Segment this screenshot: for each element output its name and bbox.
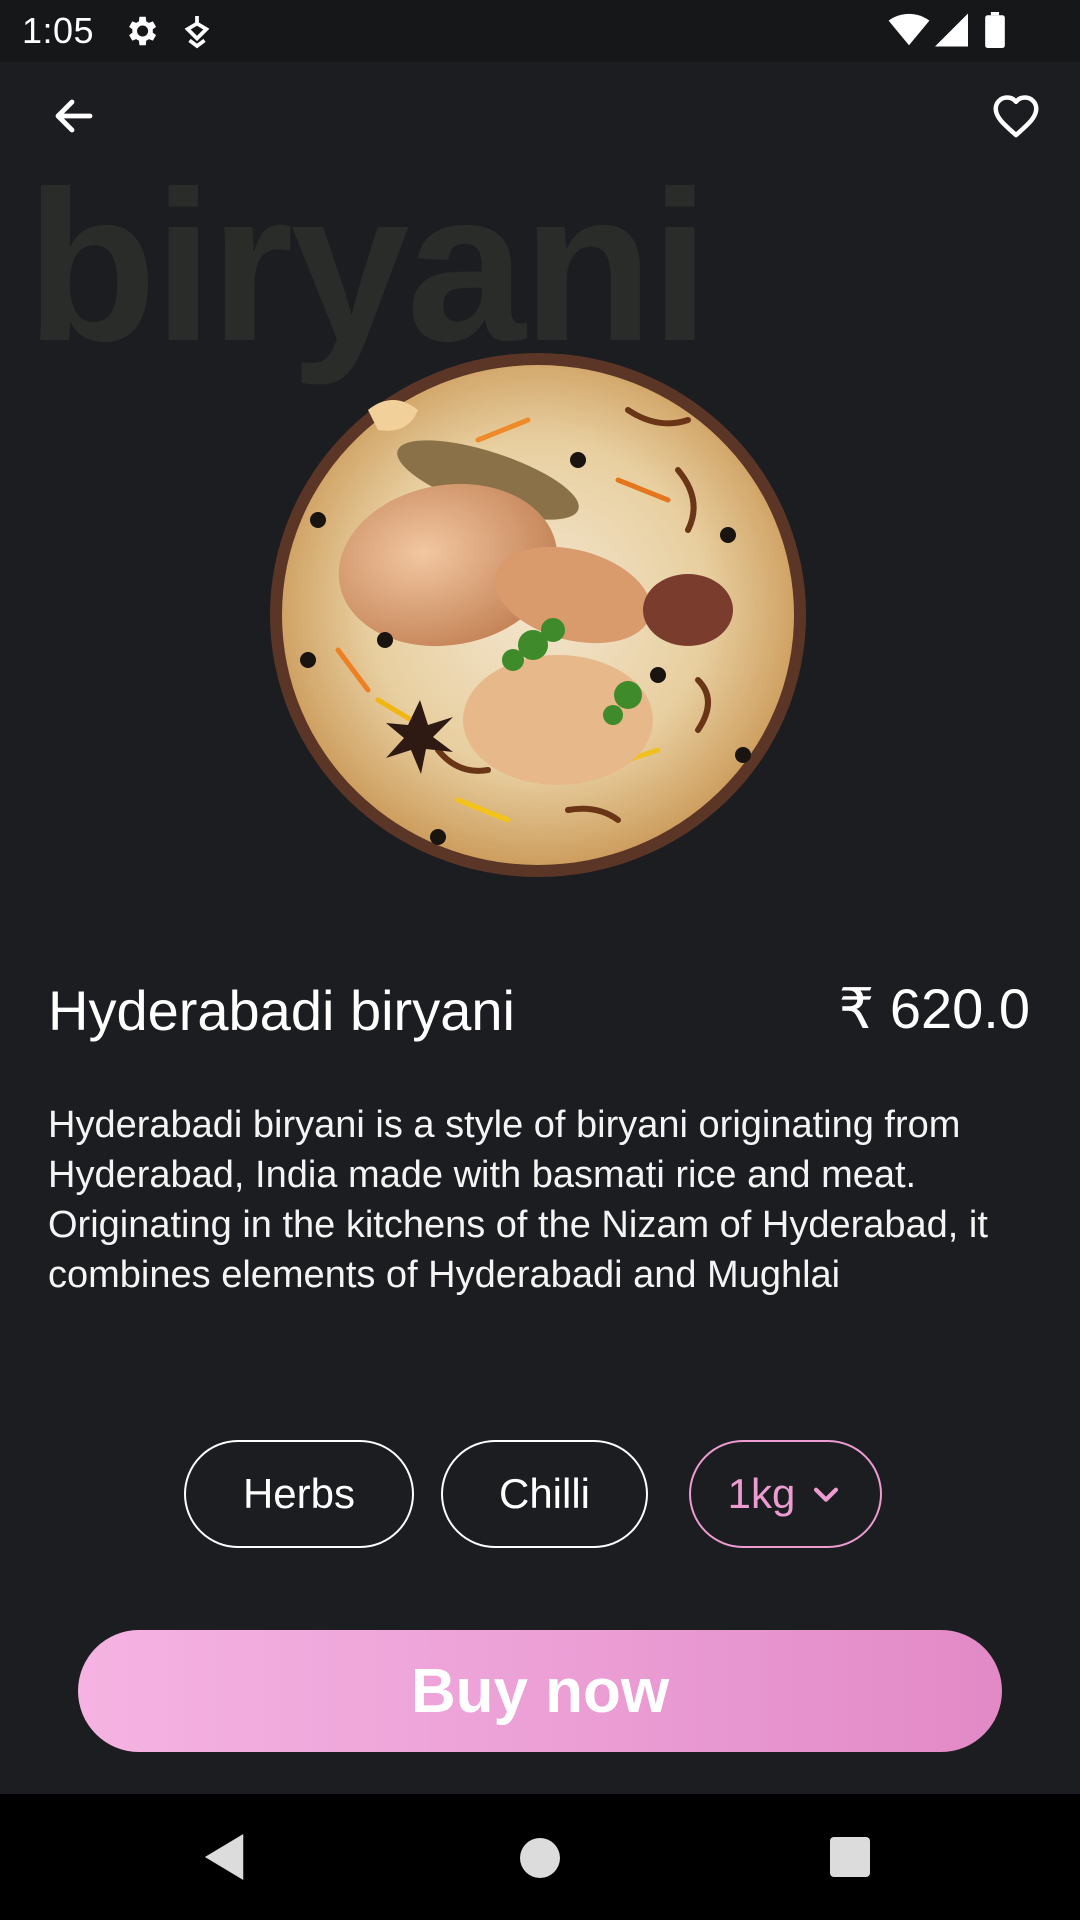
status-bar: 1:05 — [0, 0, 1080, 62]
gear-icon — [129, 16, 157, 46]
herbs-chip[interactable]: Herbs — [184, 1440, 414, 1548]
nav-back-icon[interactable] — [204, 1834, 248, 1880]
tag-icon — [184, 16, 210, 49]
product-title: Hyderabadi biryani — [48, 979, 515, 1042]
wifi-icon — [888, 13, 930, 46]
arrow-left-icon — [55, 99, 93, 133]
chilli-chip[interactable]: Chilli — [441, 1440, 648, 1548]
product-price: ₹ 620.0 — [838, 977, 1030, 1040]
favorite-button[interactable] — [985, 86, 1047, 146]
status-time: 1:05 — [22, 10, 95, 51]
chilli-chip-label: Chilli — [498, 1470, 590, 1517]
product-description: Hyderabadi biryani is a style of biryani… — [48, 1104, 988, 1296]
size-dropdown[interactable]: 1kg — [689, 1440, 882, 1548]
heart-outline-icon — [993, 95, 1039, 138]
background-watermark: biryani — [26, 147, 710, 386]
food-image — [270, 353, 806, 877]
chevron-down-icon — [814, 1487, 839, 1502]
battery-icon — [985, 12, 1005, 48]
nav-recents-icon[interactable] — [830, 1837, 870, 1877]
buy-now-button[interactable]: Buy now — [78, 1630, 1002, 1752]
size-dropdown-label: 1kg — [727, 1470, 796, 1517]
herbs-chip-label: Herbs — [242, 1470, 356, 1517]
back-button[interactable] — [44, 86, 104, 146]
nav-home-icon[interactable] — [520, 1838, 560, 1878]
signal-icon — [935, 13, 968, 47]
